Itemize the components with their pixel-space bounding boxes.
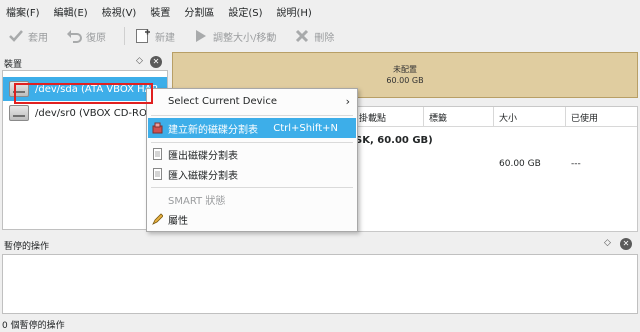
undo-icon bbox=[66, 28, 82, 44]
partition-table-icon bbox=[152, 122, 163, 134]
column-used[interactable]: 已使用 bbox=[571, 111, 598, 124]
menu-partition[interactable]: 分割區 bbox=[184, 4, 214, 19]
menu-edit[interactable]: 編輯(E) bbox=[54, 4, 88, 19]
column-mount-point[interactable]: 掛載點 bbox=[359, 111, 386, 124]
apply-button[interactable]: 套用 bbox=[8, 28, 48, 44]
menu-file[interactable]: 檔案(F) bbox=[6, 4, 40, 19]
document-icon bbox=[152, 148, 163, 160]
partition-graphic-size: 60.00 GB bbox=[386, 76, 424, 85]
pending-operations-list bbox=[2, 254, 638, 314]
device-panel-title: 裝置 bbox=[4, 60, 23, 70]
menu-device[interactable]: 裝置 bbox=[150, 4, 170, 19]
smart-status-item[interactable]: SMART 狀態 bbox=[148, 189, 356, 209]
column-divider bbox=[423, 107, 424, 127]
checkmark-icon bbox=[8, 28, 24, 44]
resize-move-button[interactable]: 調整大小/移動 bbox=[193, 28, 276, 44]
menu-help[interactable]: 說明(H) bbox=[277, 4, 312, 19]
toolbar: 套用 復原 新建 調整大小/移動 刪除 bbox=[0, 22, 640, 50]
menu-separator bbox=[151, 115, 353, 116]
export-partition-table-item[interactable]: 匯出磁碟分割表 bbox=[148, 144, 356, 164]
resize-move-label: 調整大小/移動 bbox=[213, 32, 277, 44]
import-partition-table-item[interactable]: 匯入磁碟分割表 bbox=[148, 164, 356, 184]
create-partition-table-item[interactable]: 建立新的磁碟分割表 Ctrl+Shift+N bbox=[148, 118, 356, 138]
pending-operations-header: 暫停的操作 ◇ ✕ bbox=[2, 236, 638, 254]
highlight-box bbox=[14, 83, 153, 104]
toolbar-divider bbox=[124, 27, 125, 45]
status-text: 0 個暫停的操作 bbox=[2, 321, 65, 331]
export-partition-table-label: 匯出磁碟分割表 bbox=[168, 150, 238, 162]
disk-row-title: SK, 60.00 GB) bbox=[355, 135, 433, 146]
column-size[interactable]: 大小 bbox=[499, 111, 517, 124]
device-label: /dev/sr0 (VBOX CD-ROM bbox=[35, 107, 156, 119]
column-divider bbox=[565, 107, 566, 127]
properties-label: 屬性 bbox=[168, 215, 188, 227]
row-size: 60.00 GB bbox=[499, 159, 541, 169]
device-item-sr0[interactable]: /dev/sr0 (VBOX CD-ROM bbox=[3, 101, 167, 125]
menu-separator bbox=[151, 142, 353, 143]
delete-label: 刪除 bbox=[314, 32, 335, 44]
new-label: 新建 bbox=[155, 32, 175, 44]
smart-status-label: SMART 狀態 bbox=[168, 195, 226, 207]
create-partition-table-label: 建立新的磁碟分割表 bbox=[168, 124, 258, 136]
delete-button[interactable]: 刪除 bbox=[294, 28, 334, 44]
undo-button[interactable]: 復原 bbox=[66, 28, 106, 44]
select-current-device-item[interactable]: Select Current Device › bbox=[148, 91, 356, 111]
close-panel-icon[interactable]: ✕ bbox=[150, 56, 162, 68]
float-panel-icon[interactable]: ◇ bbox=[136, 56, 143, 66]
row-used: --- bbox=[571, 159, 581, 169]
undo-label: 復原 bbox=[86, 32, 106, 44]
delete-x-icon bbox=[294, 28, 310, 44]
select-current-device-label: Select Current Device bbox=[168, 95, 277, 107]
optical-drive-icon bbox=[9, 105, 29, 121]
menu-separator bbox=[151, 187, 353, 188]
menu-bar: 檔案(F) 編輯(E) 檢視(V) 裝置 分割區 設定(S) 說明(H) bbox=[0, 0, 640, 22]
submenu-arrow-icon: › bbox=[345, 94, 350, 108]
menu-view[interactable]: 檢視(V) bbox=[102, 4, 137, 19]
create-partition-table-shortcut: Ctrl+Shift+N bbox=[273, 122, 338, 134]
close-panel-icon[interactable]: ✕ bbox=[620, 238, 632, 250]
new-document-icon bbox=[135, 28, 151, 44]
resize-arrow-icon bbox=[193, 28, 209, 44]
float-panel-icon[interactable]: ◇ bbox=[604, 238, 611, 248]
apply-label: 套用 bbox=[28, 32, 48, 44]
properties-item[interactable]: 屬性 bbox=[148, 209, 356, 229]
context-menu: Select Current Device › 建立新的磁碟分割表 Ctrl+S… bbox=[146, 88, 358, 232]
status-bar: 0 個暫停的操作 bbox=[2, 318, 638, 332]
properties-pencil-icon bbox=[152, 213, 164, 225]
pending-operations-title: 暫停的操作 bbox=[4, 242, 50, 252]
document-icon bbox=[152, 168, 163, 180]
column-divider bbox=[493, 107, 494, 127]
device-panel-header: 裝置 ◇ ✕ bbox=[2, 54, 168, 70]
new-button[interactable]: 新建 bbox=[135, 28, 175, 44]
import-partition-table-label: 匯入磁碟分割表 bbox=[168, 170, 238, 182]
menu-settings[interactable]: 設定(S) bbox=[228, 4, 262, 19]
column-label[interactable]: 標籤 bbox=[429, 111, 447, 124]
partition-graphic-label: 未配置 bbox=[393, 65, 417, 74]
